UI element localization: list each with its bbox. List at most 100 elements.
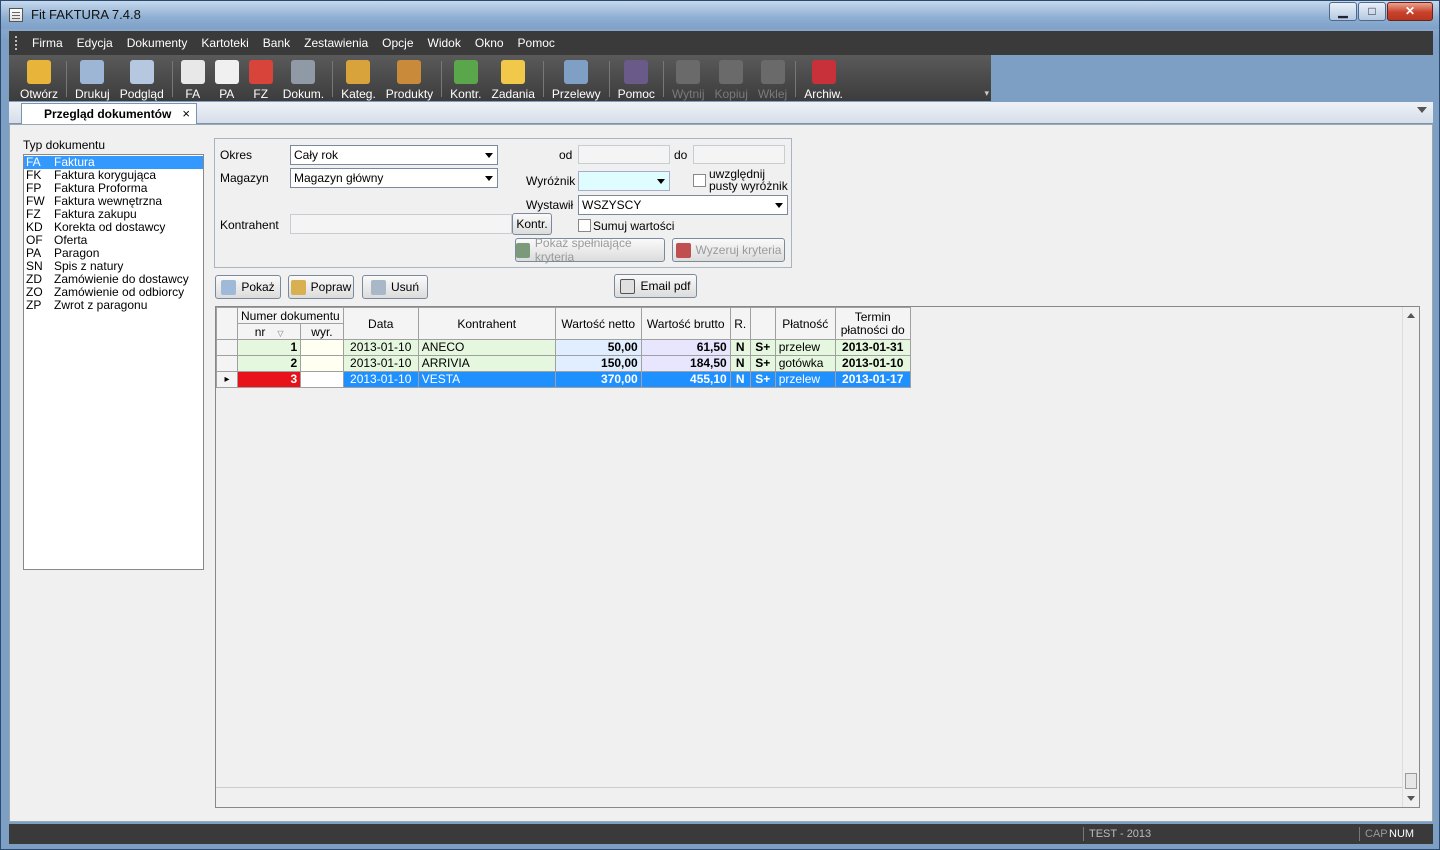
cell-platnosc[interactable]: przelew xyxy=(774,339,836,356)
header-kontrahent[interactable]: Kontrahent xyxy=(417,307,556,340)
menu-opcje[interactable]: Opcje xyxy=(375,36,420,50)
toolbar-invoice-button[interactable]: FA xyxy=(176,57,210,101)
header-r[interactable]: R. xyxy=(729,307,751,340)
cell-kontrahent[interactable]: ANECO xyxy=(417,339,556,356)
cell-platnosc[interactable]: przelew xyxy=(774,371,836,388)
cell-r[interactable]: N xyxy=(729,371,751,388)
edit-button[interactable]: Popraw xyxy=(288,275,354,299)
menu-firma[interactable]: Firma xyxy=(25,36,70,50)
doc-type-item[interactable]: KD Korekta od dostawcy xyxy=(24,221,203,234)
show-button[interactable]: Pokaż xyxy=(215,275,281,299)
tab-przeglad-dokumentow[interactable]: Przegląd dokumentów × xyxy=(21,103,197,124)
wyroznik-select[interactable] xyxy=(578,171,670,191)
cell-brutto[interactable]: 61,50 xyxy=(640,339,731,356)
scroll-up-icon[interactable] xyxy=(1407,313,1415,318)
toolbar-archive-button[interactable]: Archiw. xyxy=(799,57,848,101)
toolbar-purchase-invoice-button[interactable]: FZ xyxy=(244,57,278,101)
menu-kartoteki[interactable]: Kartoteki xyxy=(194,36,255,50)
empty-marker-checkbox[interactable] xyxy=(693,174,706,187)
header-s[interactable] xyxy=(749,307,776,340)
toolbar-help-button[interactable]: Pomoc xyxy=(613,57,660,101)
toolbar-tasks-button[interactable]: Zadania xyxy=(487,57,540,101)
cell-s[interactable]: S+ xyxy=(749,355,776,372)
date-from-input[interactable] xyxy=(578,145,670,164)
cell-r[interactable]: N xyxy=(729,355,751,372)
scroll-thumb[interactable] xyxy=(1405,773,1417,789)
cell-termin[interactable]: 2013-01-17 xyxy=(834,371,911,388)
cell-nr[interactable]: 2 xyxy=(236,355,302,372)
table-row[interactable]: 1 2013-01-10 ANECO 50,00 61,50 N S+ przelew 2013… xyxy=(216,339,911,356)
delete-button[interactable]: Usuń xyxy=(362,275,428,299)
cell-termin[interactable]: 2013-01-31 xyxy=(834,339,911,356)
header-wyr[interactable]: wyr. xyxy=(300,323,344,340)
header-nr[interactable]: nr ▽ xyxy=(236,323,302,340)
maximize-button[interactable]: □ xyxy=(1358,2,1386,21)
cell-netto[interactable]: 370,00 xyxy=(554,371,642,388)
menu-zestawienia[interactable]: Zestawienia xyxy=(297,36,375,50)
cell-s[interactable]: S+ xyxy=(749,371,776,388)
cell-nr[interactable]: 3 xyxy=(236,371,302,388)
cell-kontrahent[interactable]: VESTA xyxy=(417,371,556,388)
doc-type-item[interactable]: OF Oferta xyxy=(24,234,203,247)
cell-s[interactable]: S+ xyxy=(749,339,776,356)
reset-criteria-button[interactable]: Wyzeruj kryteria xyxy=(672,238,785,262)
cell-wyr[interactable] xyxy=(300,355,344,372)
header-netto[interactable]: Wartość netto xyxy=(554,307,642,340)
cell-nr[interactable]: 1 xyxy=(236,339,302,356)
app-icon[interactable] xyxy=(9,8,23,22)
row-indicator[interactable] xyxy=(216,339,238,356)
okres-select[interactable]: Cały rok xyxy=(290,145,498,165)
cell-wyr[interactable] xyxy=(300,339,344,356)
toolbar-transfers-button[interactable]: Przelewy xyxy=(547,57,606,101)
cell-netto[interactable]: 50,00 xyxy=(554,339,642,356)
cell-data[interactable]: 2013-01-10 xyxy=(342,339,419,356)
menu-edycja[interactable]: Edycja xyxy=(70,36,120,50)
doc-type-list[interactable]: FA Faktura FK Faktura korygująca FP Faktura P… xyxy=(23,154,204,570)
vertical-scrollbar[interactable] xyxy=(1402,307,1419,807)
tab-list-arrow-icon[interactable] xyxy=(1417,107,1427,113)
kontrahent-select[interactable] xyxy=(290,214,512,234)
tab-close-icon[interactable]: × xyxy=(182,106,190,121)
scroll-down-icon[interactable] xyxy=(1407,796,1415,801)
menu-bank[interactable]: Bank xyxy=(256,36,297,50)
row-indicator[interactable] xyxy=(216,355,238,372)
cell-r[interactable]: N xyxy=(729,339,751,356)
header-platnosc[interactable]: Płatność xyxy=(774,307,836,340)
doc-type-item[interactable]: ZP Zwrot z paragonu xyxy=(24,299,203,312)
cell-netto[interactable]: 150,00 xyxy=(554,355,642,372)
kontr-button[interactable]: Kontr. xyxy=(512,213,552,235)
toolbar-printer-button[interactable]: Drukuj xyxy=(70,57,115,101)
menu-pomoc[interactable]: Pomoc xyxy=(511,36,562,50)
cell-brutto[interactable]: 184,50 xyxy=(640,355,731,372)
minimize-button[interactable]: ▁ xyxy=(1329,2,1357,21)
header-brutto[interactable]: Wartość brutto xyxy=(640,307,731,340)
toolbar-overflow-icon[interactable]: ▾ xyxy=(984,88,989,99)
cell-brutto[interactable]: 455,10 xyxy=(640,371,731,388)
header-termin[interactable]: Termin płatności do xyxy=(834,307,911,340)
toolbar-products-button[interactable]: Produkty xyxy=(381,57,438,101)
header-data[interactable]: Data xyxy=(342,307,419,340)
sum-values-checkbox[interactable] xyxy=(578,219,591,232)
magazyn-select[interactable]: Magazyn główny xyxy=(290,168,498,188)
date-to-input[interactable] xyxy=(693,145,785,164)
table-row[interactable]: 2 2013-01-10 ARRIVIA 150,00 184,50 N S+ gotówka… xyxy=(216,355,911,372)
toolbar-categories-button[interactable]: Kateg. xyxy=(336,57,381,101)
cell-data[interactable]: 2013-01-10 xyxy=(342,355,419,372)
toolbar-paste-button[interactable]: Wklej xyxy=(753,57,792,101)
email-pdf-button[interactable]: Email pdf xyxy=(614,274,697,298)
toolbar-cut-button[interactable]: Wytnij xyxy=(667,57,710,101)
toolbar-copy-button[interactable]: Kopiuj xyxy=(710,57,753,101)
wystawil-select[interactable]: WSZYSCY xyxy=(578,195,788,215)
toolbar-documents-button[interactable]: Dokum. xyxy=(278,57,329,101)
toolbar-preview-button[interactable]: Podgląd xyxy=(115,57,169,101)
toolbar-receipt-button[interactable]: PA xyxy=(210,57,244,101)
menu-widok[interactable]: Widok xyxy=(421,36,468,50)
toolbar-folder-open-button[interactable]: Otwórz xyxy=(15,57,63,101)
cell-termin[interactable]: 2013-01-10 xyxy=(834,355,911,372)
close-window-button[interactable]: ✕ xyxy=(1387,2,1433,21)
toolbar-contractors-button[interactable]: Kontr. xyxy=(445,57,486,101)
cell-data[interactable]: 2013-01-10 xyxy=(342,371,419,388)
header-numer[interactable]: Numer dokumentu xyxy=(237,307,344,324)
current-row-icon[interactable]: ▸ xyxy=(216,371,238,388)
cell-wyr[interactable] xyxy=(300,371,344,388)
